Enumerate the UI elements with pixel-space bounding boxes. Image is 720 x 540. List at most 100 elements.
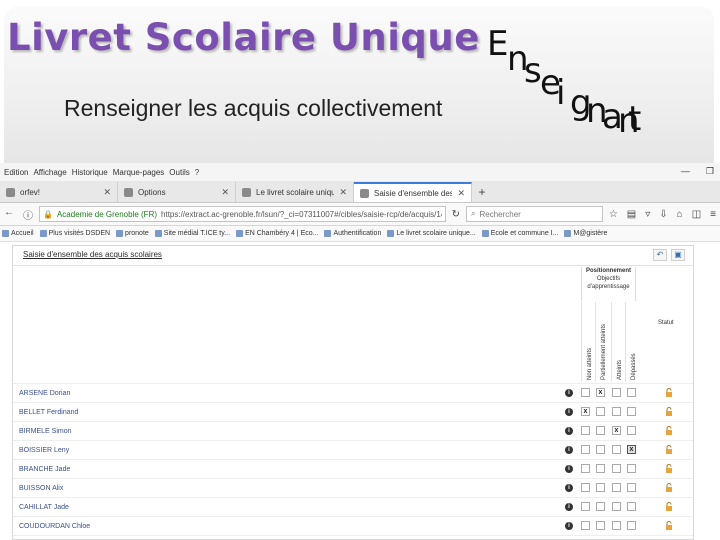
save-icon-button[interactable]: ▣ <box>671 249 685 261</box>
lock-open-icon[interactable] <box>665 521 673 530</box>
student-name[interactable]: BIRMELE Simon <box>19 428 72 435</box>
home-icon[interactable]: ⌂ <box>677 209 683 220</box>
position-checkbox[interactable]: x <box>596 388 605 397</box>
tab-saisie-ensemble[interactable]: Saisie d'ensemble des acquis sc ✕ <box>354 182 472 202</box>
bookmark-dsden[interactable]: Plus visités DSDEN <box>39 230 110 237</box>
position-checkbox[interactable] <box>596 464 605 473</box>
position-checkbox[interactable] <box>627 388 636 397</box>
menu-item-outils[interactable]: Outils <box>169 168 189 177</box>
position-checkbox[interactable] <box>612 407 621 416</box>
bookmark-star-icon[interactable]: ☆ <box>609 209 618 220</box>
position-checkbox[interactable] <box>612 464 621 473</box>
lock-open-icon[interactable] <box>665 502 673 511</box>
info-icon[interactable]: i <box>565 389 573 397</box>
student-name[interactable]: CAHILLAT Jade <box>19 504 69 511</box>
pocket-icon[interactable]: ▿ <box>645 209 650 220</box>
menu-item-marque-pages[interactable]: Marque-pages <box>113 168 165 177</box>
lock-open-icon[interactable] <box>665 483 673 492</box>
position-checkbox[interactable] <box>596 521 605 530</box>
tab-livret-scolaire[interactable]: Le livret scolaire unique pour la ✕ <box>236 182 354 202</box>
position-checkbox[interactable]: x <box>627 445 636 454</box>
tab-orfev[interactable]: orfev! ✕ <box>0 182 118 202</box>
position-checkbox[interactable] <box>612 388 621 397</box>
position-checkbox[interactable] <box>596 407 605 416</box>
position-checkbox[interactable] <box>581 502 590 511</box>
lock-open-icon[interactable] <box>665 388 673 397</box>
lock-open-icon[interactable] <box>665 445 673 454</box>
bookmark-ecole-commune[interactable]: Ecole et commune I... <box>481 230 558 237</box>
student-name[interactable]: BOISSIER Leny <box>19 447 69 454</box>
position-checkbox[interactable] <box>627 483 636 492</box>
close-icon[interactable]: ✕ <box>457 188 465 199</box>
position-checkbox[interactable] <box>596 445 605 454</box>
library-icon[interactable]: ▤ <box>627 209 636 220</box>
position-checkbox[interactable]: x <box>581 407 590 416</box>
tab-options[interactable]: Options ✕ <box>118 182 236 202</box>
menu-item-affichage[interactable]: Affichage <box>33 168 66 177</box>
position-checkbox[interactable]: x <box>612 426 621 435</box>
position-checkbox[interactable] <box>612 502 621 511</box>
info-icon[interactable]: i <box>565 522 573 530</box>
position-checkbox[interactable] <box>581 521 590 530</box>
student-name[interactable]: BELLET Ferdinand <box>19 409 78 416</box>
position-checkbox[interactable] <box>581 445 590 454</box>
position-checkbox[interactable] <box>612 483 621 492</box>
reload-icon[interactable]: ↻ <box>452 209 460 220</box>
bookmark-livret[interactable]: Le livret scolaire unique... <box>387 230 476 237</box>
position-checkbox[interactable] <box>581 388 590 397</box>
close-icon[interactable]: ✕ <box>339 187 347 198</box>
back-arrow-button[interactable]: ↶ <box>653 249 667 261</box>
navigation-bar: ← ⓘ 🔒 Academie de Grenoble (FR) https://… <box>0 203 720 226</box>
position-checkbox[interactable] <box>612 445 621 454</box>
position-checkbox[interactable] <box>581 464 590 473</box>
info-icon[interactable]: i <box>565 446 573 454</box>
hamburger-menu-icon[interactable]: ≡ <box>710 209 716 220</box>
url-bar[interactable]: 🔒 Academie de Grenoble (FR) https://extr… <box>39 206 446 222</box>
position-checkbox[interactable] <box>581 426 590 435</box>
student-name[interactable]: ARSENE Dorian <box>19 390 70 397</box>
position-checkbox[interactable] <box>627 502 636 511</box>
info-icon[interactable]: i <box>565 484 573 492</box>
lock-open-icon[interactable] <box>665 407 673 416</box>
student-name[interactable]: BUISSON Alix <box>19 485 63 492</box>
search-input[interactable]: ⌕ Rechercher <box>465 206 603 222</box>
close-icon[interactable]: ✕ <box>103 187 111 198</box>
bookmark-pronote[interactable]: pronote <box>116 230 149 237</box>
position-checkbox[interactable] <box>596 502 605 511</box>
new-tab-button[interactable]: + <box>472 182 492 202</box>
info-icon[interactable]: ⓘ <box>23 207 33 222</box>
bookmark-authentification[interactable]: Authentification <box>324 230 381 237</box>
download-icon[interactable]: ⇩ <box>659 209 667 220</box>
bookmark-magistere[interactable]: M@gistère <box>564 230 607 237</box>
info-icon[interactable]: i <box>565 408 573 416</box>
bookmark-accueil[interactable]: Accueil <box>2 230 34 237</box>
position-checkbox[interactable] <box>627 407 636 416</box>
tab-bar: orfev! ✕ Options ✕ Le livret scolaire un… <box>0 181 720 203</box>
bookmark-site-medial[interactable]: Site médial T.ICE ty... <box>154 230 230 237</box>
position-checkbox[interactable] <box>596 483 605 492</box>
back-icon[interactable]: ← <box>4 207 14 222</box>
position-checkbox[interactable] <box>581 483 590 492</box>
bookmark-label: Le livret scolaire unique... <box>396 230 476 237</box>
lock-open-icon[interactable] <box>665 426 673 435</box>
student-name[interactable]: BRANCHE Jade <box>19 466 70 473</box>
position-checkbox[interactable] <box>627 426 636 435</box>
close-icon[interactable]: ✕ <box>221 187 229 198</box>
menu-item-historique[interactable]: Historique <box>72 168 108 177</box>
menu-item-edition[interactable]: Edition <box>4 168 28 177</box>
info-icon[interactable]: i <box>565 427 573 435</box>
lock-open-icon[interactable] <box>665 464 673 473</box>
position-checkbox[interactable] <box>627 521 636 530</box>
bookmark-en-chambery[interactable]: EN Chambéry 4 | Eco... <box>236 230 318 237</box>
info-icon[interactable]: i <box>565 503 573 511</box>
menu-item-help[interactable]: ? <box>195 168 199 177</box>
info-icon[interactable]: i <box>565 465 573 473</box>
restore-button[interactable]: ❐ <box>706 166 714 177</box>
position-checkbox[interactable] <box>627 464 636 473</box>
minimize-button[interactable]: — <box>681 166 690 177</box>
position-checkbox[interactable] <box>596 426 605 435</box>
screenshot-icon[interactable]: ◫ <box>692 209 701 220</box>
student-name[interactable]: COUDOURDAN Chloe <box>19 523 90 530</box>
table-row: BELLET Ferdinand i x <box>13 402 693 421</box>
position-checkbox[interactable] <box>612 521 621 530</box>
